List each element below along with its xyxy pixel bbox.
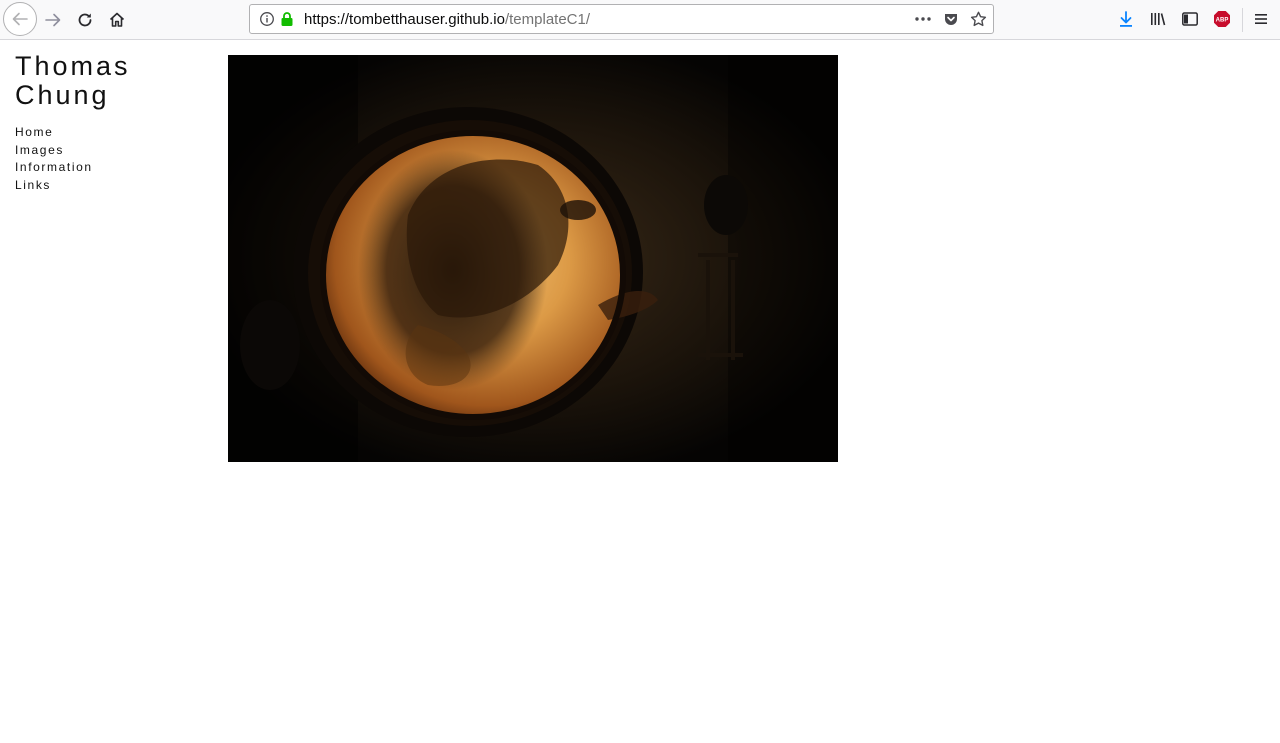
adblock-icon: ABP xyxy=(1214,11,1230,27)
menu-icon xyxy=(1255,14,1267,24)
library-icon xyxy=(1151,13,1166,26)
reload-button[interactable] xyxy=(69,4,101,36)
info-icon[interactable] xyxy=(259,11,275,32)
nav-item-links[interactable]: Links xyxy=(15,177,93,195)
url-text: https://tombetthauser.github.io/template… xyxy=(304,5,590,33)
pocket-icon[interactable] xyxy=(943,11,959,32)
bookmark-star-icon[interactable] xyxy=(970,11,987,32)
browser-toolbar: https://tombetthauser.github.io/template… xyxy=(0,0,1280,40)
home-icon xyxy=(109,12,125,27)
back-button[interactable] xyxy=(3,2,37,36)
more-dots-icon[interactable] xyxy=(914,12,932,31)
home-button[interactable] xyxy=(101,4,133,36)
adblock-button[interactable]: ABP xyxy=(1208,5,1236,33)
lock-icon[interactable] xyxy=(279,11,295,32)
url-host: https://tombetthauser.github.io xyxy=(304,11,505,28)
library-button[interactable] xyxy=(1144,5,1172,33)
reload-icon xyxy=(78,13,92,27)
sidebar-button[interactable] xyxy=(1176,5,1204,33)
site-title-line1: Thomas xyxy=(15,51,131,81)
site-title-line2: Chung xyxy=(15,80,110,110)
forward-button[interactable] xyxy=(37,4,69,36)
url-path: /templateC1/ xyxy=(504,11,591,28)
toolbar-separator xyxy=(1242,8,1243,32)
nav-item-home[interactable]: Home xyxy=(15,124,93,142)
site-title[interactable]: Thomas Chung xyxy=(15,52,131,110)
nav-item-information[interactable]: Information xyxy=(15,159,93,177)
nav-item-images[interactable]: Images xyxy=(15,142,93,160)
featured-artwork-image xyxy=(228,55,838,462)
download-icon xyxy=(1120,11,1132,27)
artwork-illustration xyxy=(228,55,838,462)
svg-text:ABP: ABP xyxy=(1216,18,1229,24)
menu-button[interactable] xyxy=(1247,5,1275,33)
back-arrow-icon xyxy=(12,12,28,26)
sidebar-icon xyxy=(1182,12,1198,26)
site-nav: Home Images Information Links xyxy=(15,124,93,194)
forward-arrow-icon xyxy=(45,13,61,27)
url-bar[interactable]: https://tombetthauser.github.io/template… xyxy=(249,4,994,34)
download-button[interactable] xyxy=(1112,5,1140,33)
